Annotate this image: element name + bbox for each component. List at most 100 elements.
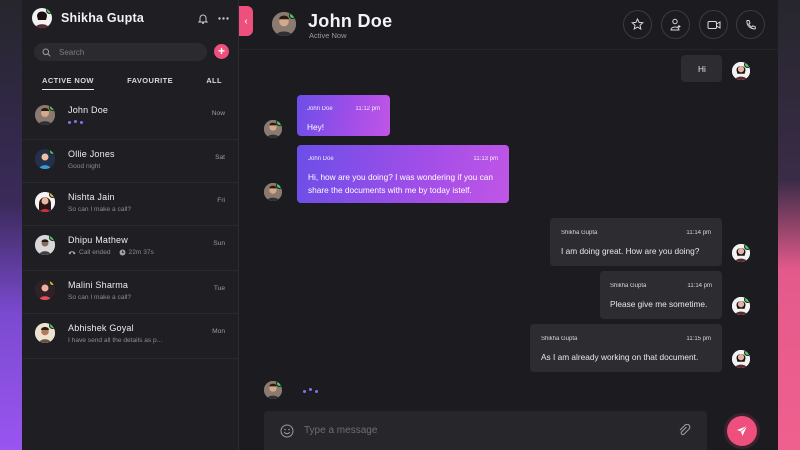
online-status-dot	[744, 244, 750, 250]
contact-item[interactable]: Ollie Jones Good night Sat	[22, 140, 239, 183]
more-options-icon[interactable]	[216, 11, 230, 25]
voice-call-button[interactable]	[736, 10, 765, 39]
search-input[interactable]: Search	[34, 43, 207, 61]
add-user-button[interactable]	[661, 10, 690, 39]
contact-avatar	[35, 192, 55, 212]
background-gradient-left	[0, 0, 22, 450]
message-time: 11:15 pm	[686, 336, 711, 342]
add-user-icon	[670, 18, 681, 31]
message-text: Hi, how are you doing? I was wondering i…	[308, 172, 493, 195]
online-status-dot	[276, 183, 282, 189]
chat-title: John Doe	[308, 11, 393, 31]
chat-contact-avatar[interactable]	[272, 12, 296, 36]
message-time: 11:12 pm	[355, 106, 380, 112]
message-bubble-incoming: John Doe 11:12 pm Hey!	[297, 95, 390, 136]
contact-last-message: So can I make a call?	[68, 206, 132, 213]
sender-avatar	[264, 381, 282, 399]
contact-item[interactable]: Nishta Jain So can I make a call? Fri	[22, 183, 239, 226]
contact-time: Tue	[213, 285, 225, 292]
online-status-dot	[49, 105, 55, 111]
typing-indicator	[303, 388, 318, 393]
online-status-dot	[276, 381, 282, 387]
call-duration: 22m 37s	[128, 249, 154, 256]
message-list: Hi John Doe 11:12 pm Hey! John Doe 11:13 p…	[239, 51, 778, 409]
clock-icon	[119, 249, 126, 256]
user-name: Shikha Gupta	[61, 11, 144, 25]
send-button[interactable]	[727, 416, 757, 446]
online-status-dot	[49, 235, 55, 241]
online-status-dot	[276, 120, 282, 126]
message-text: Hi	[698, 64, 706, 74]
message-text: Hey!	[307, 122, 325, 132]
call-ended-icon	[68, 251, 76, 255]
call-status-text: Call ended	[79, 249, 111, 256]
contact-last-message: I have send all the details as p...	[68, 337, 163, 344]
contact-time: Mon	[212, 328, 225, 335]
tab-active-now[interactable]: ACTIVE NOW	[42, 76, 94, 90]
emoji-icon[interactable]	[280, 424, 294, 438]
message-input[interactable]: Type a message	[304, 425, 678, 436]
chat-status: Active Now	[309, 31, 347, 40]
contact-time: Fri	[217, 197, 225, 204]
sender-avatar	[732, 62, 750, 80]
contact-name: Nishta Jain	[68, 192, 115, 202]
chat-header: ‹ John Doe Active Now	[239, 0, 778, 50]
message-sender: Shikha Gupta	[561, 230, 598, 236]
online-status-dot	[49, 323, 55, 329]
contact-item[interactable]: John Doe Now	[22, 96, 239, 140]
message-text: I am doing great. How are you doing?	[561, 246, 700, 256]
search-icon	[42, 48, 51, 57]
star-icon	[631, 18, 644, 30]
video-call-button[interactable]	[699, 10, 728, 39]
contact-last-message: So can I make a call?	[68, 294, 132, 301]
send-icon	[737, 425, 748, 436]
message-time: 11:13 pm	[473, 156, 498, 162]
attachment-icon[interactable]	[678, 424, 691, 437]
typing-indicator	[68, 120, 239, 124]
contact-last-message: Good night	[68, 163, 101, 170]
message-text: Please give me sometime.	[610, 299, 708, 309]
sender-avatar	[732, 350, 750, 368]
online-status-dot	[744, 62, 750, 68]
sender-avatar	[732, 244, 750, 262]
sidebar: Shikha Gupta Search + ACTIVE NOW FAVOURI…	[22, 0, 239, 450]
message-sender: John Doe	[307, 106, 333, 112]
message-bubble-outgoing: Shikha Gupta 11:14 pm Please give me some…	[600, 271, 722, 319]
online-status-dot	[744, 350, 750, 356]
background-gradient-right	[778, 0, 800, 450]
contact-avatar	[35, 149, 55, 169]
sidebar-header: Shikha Gupta	[22, 0, 239, 36]
chat-panel: ‹ John Doe Active Now Hi John Doe 11:12 …	[239, 0, 778, 450]
chevron-left-icon: ‹	[244, 15, 248, 27]
add-chat-button[interactable]: +	[214, 44, 229, 59]
contact-avatar	[35, 323, 55, 343]
contact-time: Sun	[213, 240, 225, 247]
online-status-dot	[49, 149, 55, 155]
online-status-dot	[289, 12, 296, 19]
user-avatar[interactable]	[32, 8, 52, 28]
sender-avatar	[264, 120, 282, 138]
sender-avatar	[264, 183, 282, 201]
contact-item[interactable]: Abhishek Goyal I have send all the detai…	[22, 314, 239, 359]
message-bubble-outgoing: Shikha Gupta 11:15 pm As I am already wor…	[530, 324, 722, 372]
contact-avatar	[35, 105, 55, 125]
message-bubble-outgoing: Shikha Gupta 11:14 pm I am doing great. H…	[550, 218, 722, 266]
away-status-dot	[49, 192, 55, 198]
contact-name: Ollie Jones	[68, 149, 115, 159]
tab-all[interactable]: ALL	[206, 76, 222, 90]
favourite-button[interactable]	[623, 10, 652, 39]
collapse-sidebar-button[interactable]: ‹	[239, 6, 253, 36]
video-icon	[707, 20, 720, 29]
bell-icon[interactable]	[196, 11, 210, 25]
message-text: As I am already working on that document…	[541, 352, 699, 362]
tab-favourite[interactable]: FAVOURITE	[127, 76, 173, 90]
message-composer: Type a message	[264, 411, 707, 450]
message-bubble-incoming: John Doe 11:13 pm Hi, how are you doing? …	[297, 145, 509, 203]
contact-avatar	[35, 235, 55, 255]
online-status-dot	[46, 8, 52, 14]
contact-item[interactable]: Malini Sharma So can I make a call? Tue	[22, 271, 239, 314]
message-time: 11:14 pm	[687, 283, 712, 289]
contact-item[interactable]: Dhipu Mathew Call ended 22m 37s Sun	[22, 226, 239, 271]
online-status-dot	[744, 297, 750, 303]
contact-time: Now	[211, 110, 225, 117]
